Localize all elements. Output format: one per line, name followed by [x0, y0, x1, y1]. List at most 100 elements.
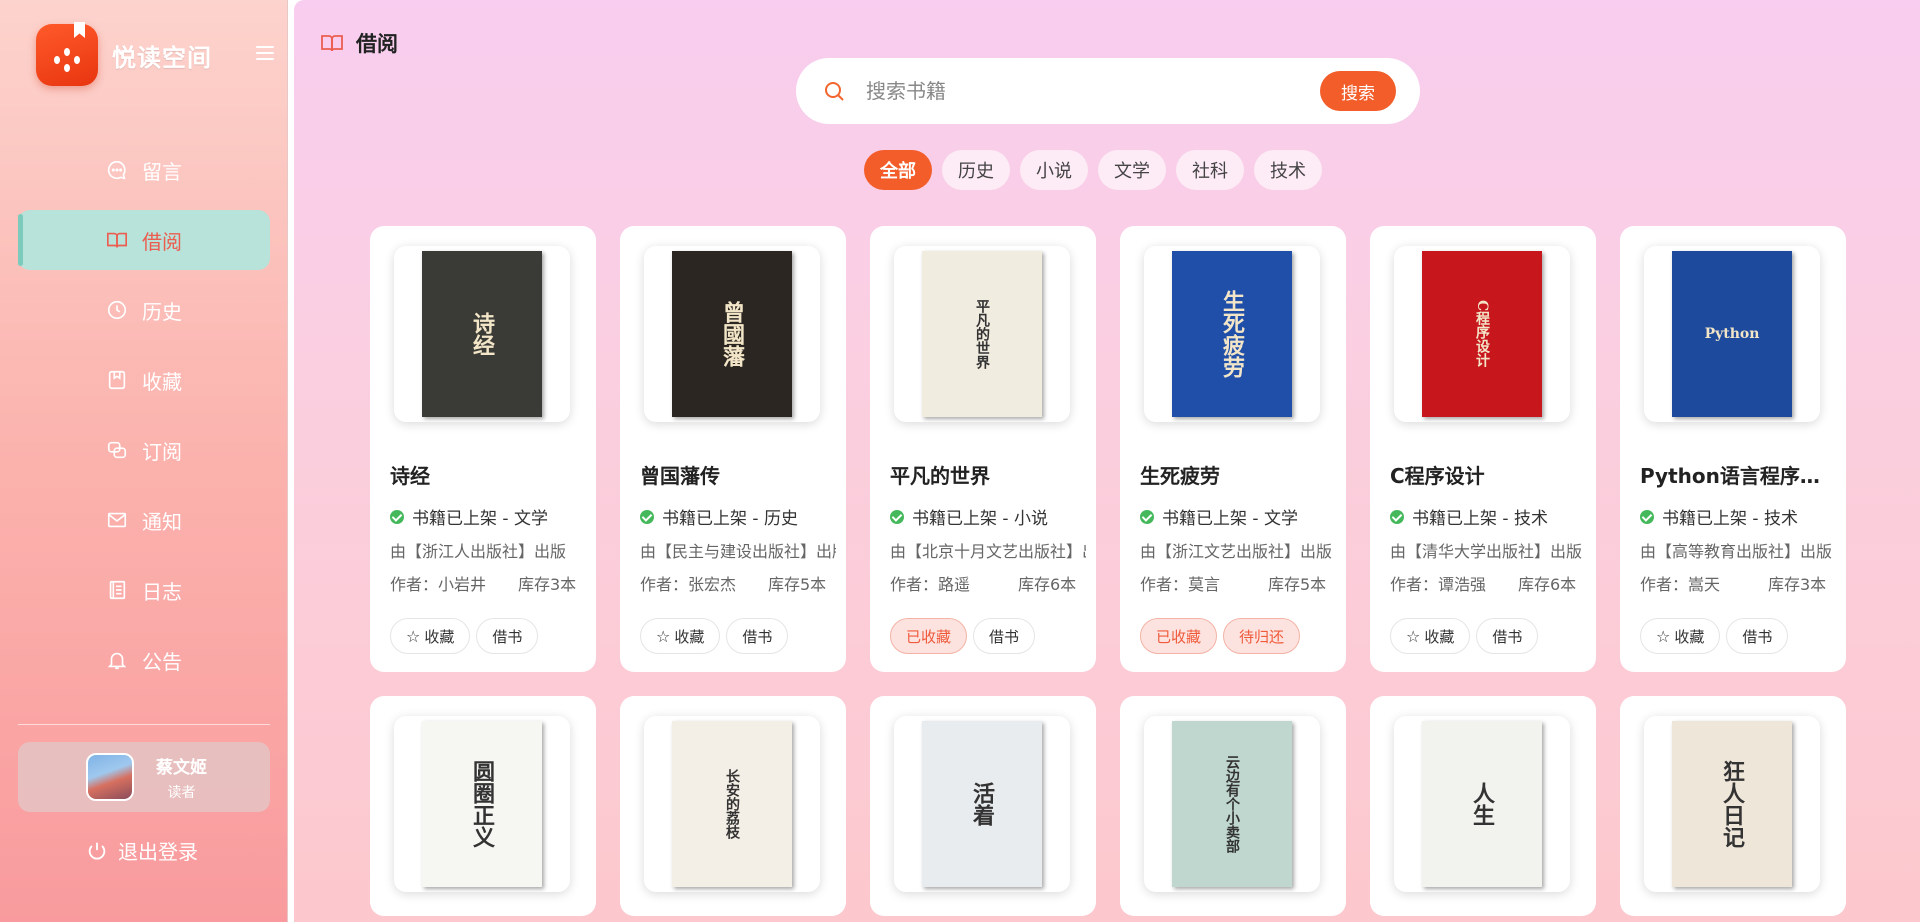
book-card[interactable]: 人生: [1370, 696, 1596, 916]
book-status: 书籍已上架 - 历史: [640, 504, 798, 529]
book-card[interactable]: 平凡的世界 平凡的世界 书籍已上架 - 小说 由【北京十月文艺出版社】出版 作者…: [870, 226, 1096, 672]
sidebar-divider: [18, 724, 270, 725]
book-cover[interactable]: 圆圈正义: [394, 716, 570, 892]
favorited-button[interactable]: 已收藏: [890, 618, 968, 654]
book-title[interactable]: 曾国藩传: [640, 460, 830, 489]
book-author: 作者：路遥: [890, 575, 971, 594]
book-cover[interactable]: C程序设计: [1394, 246, 1570, 422]
borrow-button[interactable]: 借书: [1476, 618, 1539, 654]
book-cover-text: 长安的荔枝: [724, 769, 740, 839]
page-title-text: 借阅: [356, 32, 398, 56]
button-label: 借书: [1742, 627, 1773, 646]
book-card[interactable]: 诗经 诗经 书籍已上架 - 文学 由【浙江人出版社】出版 作者：小岩井 库存3本…: [370, 226, 596, 672]
user-card[interactable]: 蔡文姬 读者: [18, 742, 270, 812]
brand[interactable]: 悦读空间: [36, 22, 212, 86]
button-label: 收藏: [424, 627, 455, 646]
book-cover-text: 曾國藩: [719, 301, 745, 367]
book-status-text: 书籍已上架 - 文学: [1162, 509, 1298, 529]
book-card[interactable]: 长安的荔枝: [620, 696, 846, 916]
book-stock: 库存6本: [1018, 575, 1077, 594]
book-cover[interactable]: 诗经: [394, 246, 570, 422]
mail-icon: [106, 509, 128, 531]
book-cover-text: 狂人日记: [1719, 760, 1745, 848]
favorite-button[interactable]: ☆ 收藏: [1390, 618, 1471, 654]
book-title[interactable]: 平凡的世界: [890, 460, 1080, 489]
category-novel[interactable]: 小说: [1020, 150, 1088, 190]
book-title[interactable]: 诗经: [390, 460, 580, 489]
book-cover-image: 狂人日记: [1672, 721, 1792, 887]
message-icon: [106, 159, 128, 181]
book-title[interactable]: Python语言程序设计基础: [1640, 460, 1830, 489]
borrow-button[interactable]: 借书: [476, 618, 539, 654]
logout-button[interactable]: 退出登录: [86, 836, 198, 865]
category-filter: 全部 历史 小说 文学 社科 技术: [864, 150, 1332, 190]
category-social-science[interactable]: 社科: [1176, 150, 1244, 190]
user-name: 蔡文姬: [156, 757, 207, 778]
book-status-text: 书籍已上架 - 文学: [412, 509, 548, 529]
return-pending-button[interactable]: 待归还: [1223, 618, 1301, 654]
borrow-button[interactable]: 借书: [726, 618, 789, 654]
category-literature[interactable]: 文学: [1098, 150, 1166, 190]
button-label: 借书: [492, 627, 523, 646]
favorite-button[interactable]: ☆ 收藏: [390, 618, 471, 654]
book-status: 书籍已上架 - 技术: [1640, 504, 1798, 529]
book-stock: 库存3本: [518, 575, 577, 594]
sidebar-item-history[interactable]: 历史: [18, 280, 270, 340]
book-card[interactable]: 圆圈正义: [370, 696, 596, 916]
borrow-button[interactable]: 借书: [1726, 618, 1789, 654]
book-cover[interactable]: 活着: [894, 716, 1070, 892]
book-title[interactable]: 生死疲劳: [1140, 460, 1330, 489]
book-cover[interactable]: 曾國藩: [644, 246, 820, 422]
book-card[interactable]: C程序设计 C程序设计 书籍已上架 - 技术 由【清华大学出版社】出版 作者：谭…: [1370, 226, 1596, 672]
search-button[interactable]: 搜索: [1320, 71, 1396, 111]
book-cover[interactable]: 平凡的世界: [894, 246, 1070, 422]
favorited-button[interactable]: 已收藏: [1140, 618, 1218, 654]
sidebar-item-borrow[interactable]: 借阅: [18, 210, 270, 270]
book-publisher: 由【北京十月文艺出版社】出版: [890, 542, 1086, 561]
main-content: 借阅 搜索 全部 历史 小说 文学 社科 技术 诗经 诗经 书籍已上架 - 文学…: [294, 0, 1920, 922]
book-stock: 库存6本: [1518, 575, 1577, 594]
book-cover[interactable]: 人生: [1394, 716, 1570, 892]
favorite-button[interactable]: ☆ 收藏: [640, 618, 721, 654]
sidebar-item-announce[interactable]: 公告: [18, 630, 270, 690]
category-history[interactable]: 历史: [942, 150, 1010, 190]
book-stock: 库存5本: [1268, 575, 1327, 594]
book-stock: 库存5本: [768, 575, 827, 594]
check-circle-icon: [1140, 509, 1154, 524]
sidebar-item-subscribe[interactable]: 订阅: [18, 420, 270, 480]
sidebar-item-message[interactable]: 留言: [18, 140, 270, 200]
book-actions: ☆ 收藏 借书: [1640, 618, 1794, 654]
book-cover[interactable]: 狂人日记: [1644, 716, 1820, 892]
favorite-button[interactable]: ☆ 收藏: [1640, 618, 1721, 654]
category-all[interactable]: 全部: [864, 150, 932, 190]
book-card[interactable]: Python Python语言程序设计基础 书籍已上架 - 技术 由【高等教育出…: [1620, 226, 1846, 672]
sidebar-item-notify[interactable]: 通知: [18, 490, 270, 550]
sidebar-item-favorites[interactable]: 收藏: [18, 350, 270, 410]
book-card[interactable]: 曾國藩 曾国藩传 书籍已上架 - 历史 由【民主与建设出版社】出版 作者：张宏杰…: [620, 226, 846, 672]
button-label: 借书: [742, 627, 773, 646]
book-cover[interactable]: 长安的荔枝: [644, 716, 820, 892]
check-circle-icon: [640, 509, 654, 524]
check-circle-icon: [1390, 509, 1404, 524]
category-tech[interactable]: 技术: [1254, 150, 1322, 190]
sidebar-item-log[interactable]: 日志: [18, 560, 270, 620]
book-cover[interactable]: 云边有个小卖部: [1144, 716, 1320, 892]
menu-toggle-icon[interactable]: [256, 46, 274, 60]
button-label: 借书: [1492, 627, 1523, 646]
clock-icon: [106, 299, 128, 321]
book-status-text: 书籍已上架 - 历史: [662, 509, 798, 529]
book-open-icon: [106, 229, 128, 251]
borrow-button[interactable]: 借书: [973, 618, 1036, 654]
sidebar: 悦读空间 留言 借阅 历史 收藏 订阅 通知 日志 公告 蔡文姬 读者 退出登录: [0, 0, 288, 922]
book-card[interactable]: 活着: [870, 696, 1096, 916]
book-title[interactable]: C程序设计: [1390, 460, 1580, 489]
book-cover[interactable]: 生死疲劳: [1144, 246, 1320, 422]
book-publisher: 由【浙江人出版社】出版: [390, 542, 567, 561]
book-card[interactable]: 云边有个小卖部: [1120, 696, 1346, 916]
book-card[interactable]: 生死疲劳 生死疲劳 书籍已上架 - 文学 由【浙江文艺出版社】出版 作者：莫言 …: [1120, 226, 1346, 672]
book-cover[interactable]: Python: [1644, 246, 1820, 422]
search-input[interactable]: [866, 79, 1320, 103]
book-card[interactable]: 狂人日记: [1620, 696, 1846, 916]
logo-icon: [36, 22, 98, 86]
book-status-text: 书籍已上架 - 小说: [912, 509, 1048, 529]
